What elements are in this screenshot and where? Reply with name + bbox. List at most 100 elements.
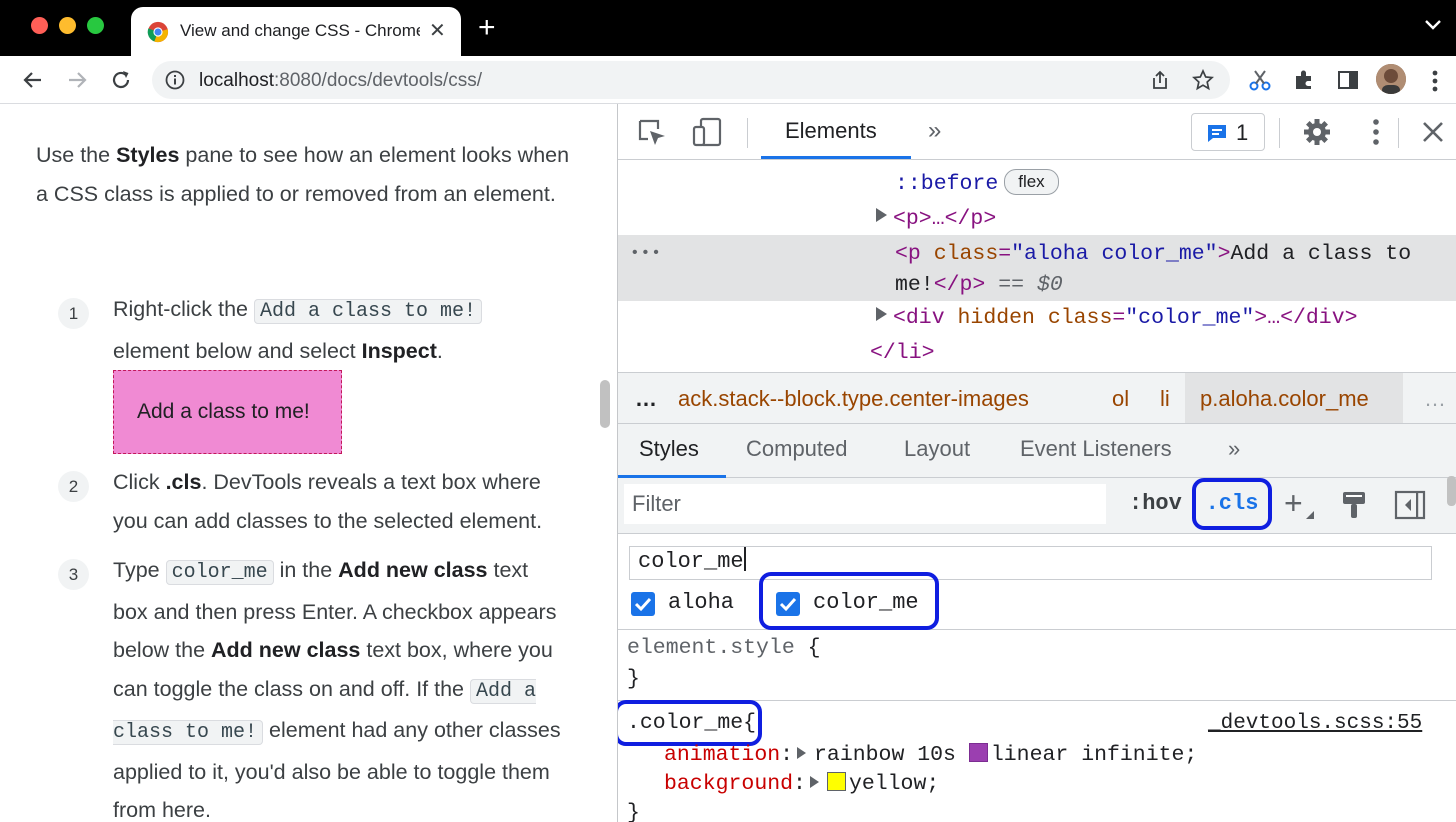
- tab-search-chevron-icon[interactable]: [1424, 18, 1442, 32]
- toggle-sidebar-icon[interactable]: [1394, 490, 1426, 520]
- issues-button[interactable]: 1: [1191, 113, 1265, 151]
- class-checkbox-color-me[interactable]: [776, 592, 800, 616]
- step-3-bold-2: Add new class: [211, 638, 361, 662]
- breadcrumb-trailing-ellipsis[interactable]: …: [1424, 386, 1446, 412]
- element-style-close: }: [627, 667, 640, 691]
- documentation-page: Use the Styles pane to see how an elemen…: [0, 104, 596, 822]
- expand-triangle-icon[interactable]: [876, 208, 887, 222]
- add-class-panel: color_me aloha color_me: [618, 534, 1456, 630]
- element-style-rule[interactable]: element.style {: [627, 633, 821, 664]
- source-file-link[interactable]: _devtools.scss:55: [1208, 708, 1422, 739]
- colon: :: [780, 743, 794, 767]
- add-a-class-demo-element[interactable]: Add a class to me!: [113, 370, 342, 454]
- css-declaration-background[interactable]: background: yellow;: [664, 769, 939, 800]
- step-1-text-b: element below and select: [113, 338, 362, 363]
- cls-toggle-button[interactable]: .cls: [1192, 478, 1272, 530]
- element-style-selector: element.style: [627, 636, 795, 660]
- bookmark-star-icon[interactable]: [1192, 69, 1214, 91]
- address-bar[interactable]: localhost:8080/docs/devtools/css/: [152, 61, 1230, 99]
- expand-triangle-icon[interactable]: [876, 307, 887, 321]
- dom-node-p-collapsed[interactable]: <p>…</p>: [876, 203, 996, 236]
- tag-close: >: [1217, 242, 1231, 266]
- easing-editor-icon[interactable]: [968, 743, 988, 762]
- tab-close-icon[interactable]: ✕: [429, 18, 446, 43]
- color-swatch-icon[interactable]: [826, 772, 846, 791]
- forward-arrow-icon[interactable]: [65, 68, 89, 92]
- color-me-rule-header[interactable]: .color_me{: [627, 708, 756, 739]
- browser-menu-icon[interactable]: [1432, 70, 1438, 92]
- rendering-emulation-paint-icon[interactable]: [1340, 490, 1368, 520]
- inline-code: Add a class to me!: [254, 299, 483, 324]
- new-rule-dropdown-icon[interactable]: [1306, 511, 1314, 519]
- styles-filter-input[interactable]: [624, 484, 1106, 524]
- extensions-puzzle-icon[interactable]: [1292, 68, 1316, 92]
- settings-gear-icon[interactable]: [1301, 116, 1333, 148]
- attr-value: "color_me": [1125, 306, 1255, 330]
- breadcrumb: … ack.stack--block.type.center-images ol…: [618, 372, 1456, 424]
- class-label-aloha[interactable]: aloha: [668, 590, 734, 615]
- add-new-class-input[interactable]: color_me: [629, 546, 1432, 580]
- tab-event-listeners[interactable]: Event Listeners: [1020, 436, 1172, 462]
- close-devtools-icon[interactable]: [1417, 116, 1449, 148]
- chrome-logo-icon: [147, 21, 169, 43]
- step-1-text-a: Right-click the: [113, 297, 254, 321]
- browser-toolbar: localhost:8080/docs/devtools/css/: [0, 56, 1456, 104]
- dom-node-selected-p-cont[interactable]: me!</p> == $0: [895, 269, 1063, 302]
- maximize-window-button[interactable]: [87, 17, 104, 34]
- dom-node-selected-p[interactable]: <p class="aloha color_me">Add a class to: [895, 238, 1411, 271]
- active-tab-indicator: [761, 156, 911, 159]
- css-selector[interactable]: .color_me: [627, 711, 743, 735]
- pseudo-before: ::before: [895, 172, 999, 196]
- css-value[interactable]: yellow;: [849, 772, 939, 796]
- device-toolbar-icon[interactable]: [691, 116, 723, 148]
- breadcrumb-item[interactable]: ol: [1112, 386, 1129, 412]
- more-sub-tabs-chevron-icon[interactable]: »: [1228, 436, 1240, 462]
- hov-toggle-button[interactable]: :hov: [1129, 491, 1182, 516]
- doc-scrollbar-thumb[interactable]: [600, 380, 610, 428]
- dom-node-before[interactable]: ::before flex: [895, 168, 1059, 201]
- side-panel-icon[interactable]: [1336, 68, 1360, 92]
- customize-menu-icon[interactable]: [1360, 116, 1392, 148]
- close-window-button[interactable]: [31, 17, 48, 34]
- back-arrow-icon[interactable]: [21, 68, 45, 92]
- css-property-name[interactable]: background: [664, 772, 793, 796]
- dom-node-div-hidden[interactable]: <div hidden class="color_me">…</div>: [876, 302, 1358, 335]
- step-1-bold: Inspect: [361, 338, 437, 363]
- class-label-color-me[interactable]: color_me: [813, 590, 919, 615]
- expand-shorthand-icon[interactable]: [797, 747, 807, 759]
- reload-icon[interactable]: [109, 68, 133, 92]
- breadcrumb-item[interactable]: li: [1160, 386, 1170, 412]
- scissors-extension-icon[interactable]: [1248, 68, 1272, 92]
- new-style-rule-button[interactable]: +: [1284, 487, 1303, 519]
- step-3-bold: Add new class: [338, 558, 488, 582]
- browser-tab-active[interactable]: View and change CSS - Chrome Developers …: [131, 7, 461, 56]
- breadcrumb-item-selected[interactable]: p.aloha.color_me: [1200, 386, 1369, 412]
- breadcrumb-item[interactable]: ack.stack--block.type.center-images: [678, 386, 1029, 412]
- dom-row-ellipsis-icon[interactable]: •••: [630, 237, 662, 270]
- css-value-a[interactable]: rainbow 10s: [814, 743, 956, 767]
- css-property-name[interactable]: animation: [664, 743, 780, 767]
- profile-avatar[interactable]: [1376, 64, 1406, 94]
- tab-styles[interactable]: Styles: [639, 436, 699, 462]
- dom-node-li-close[interactable]: </li>: [870, 337, 935, 370]
- class-checkbox-aloha[interactable]: [631, 592, 655, 616]
- step-text: Click .cls. DevTools reveals a text box …: [113, 463, 563, 540]
- tab-layout[interactable]: Layout: [904, 436, 970, 462]
- tab-computed[interactable]: Computed: [746, 436, 848, 462]
- breadcrumb-leading-ellipsis[interactable]: …: [635, 386, 657, 412]
- css-value-b[interactable]: linear infinite;: [991, 743, 1197, 767]
- css-declaration-animation[interactable]: animation: rainbow 10s linear infinite;: [664, 740, 1197, 771]
- more-tabs-chevron-icon[interactable]: »: [928, 117, 941, 145]
- expand-shorthand-icon[interactable]: [809, 776, 819, 788]
- new-tab-icon[interactable]: +: [478, 13, 496, 43]
- inspect-element-icon[interactable]: [636, 117, 668, 149]
- tab-elements[interactable]: Elements: [785, 118, 877, 144]
- minimize-window-button[interactable]: [59, 17, 76, 34]
- browser-title-bar: View and change CSS - Chrome Developers …: [0, 0, 1456, 56]
- equals-marker: ==: [985, 273, 1037, 297]
- styles-scrollbar-thumb[interactable]: [1447, 476, 1456, 506]
- step-1-text-c: .: [436, 338, 443, 363]
- site-info-icon[interactable]: [165, 70, 185, 90]
- share-icon[interactable]: [1149, 69, 1171, 91]
- flex-badge[interactable]: flex: [1004, 169, 1059, 195]
